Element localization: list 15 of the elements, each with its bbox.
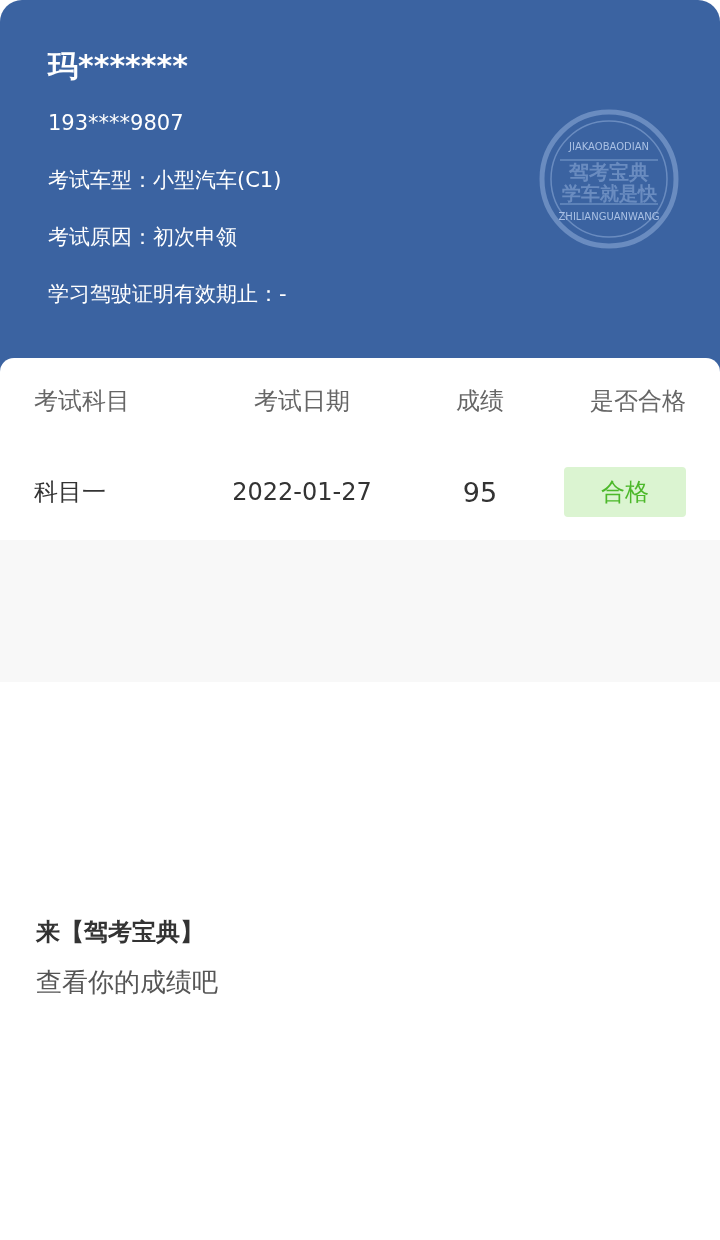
- column-header: 成绩: [456, 386, 504, 417]
- table-cell-text: 科目一: [34, 477, 107, 508]
- column-header: 是否合格: [590, 386, 686, 417]
- info-line: 考试原因：初次申领: [48, 224, 238, 251]
- column-header: 考试科目: [34, 386, 131, 417]
- table-cell: 95: [462, 476, 498, 508]
- column-header: 考试日期: [254, 386, 350, 417]
- phone-number: 193****9807: [48, 110, 185, 137]
- user-name: 玛*******: [48, 47, 189, 85]
- promo-title: 来【驾考宝典】: [36, 917, 205, 948]
- info-line: 考试车型：小型汽车(C1): [48, 167, 283, 194]
- result-badge: 合格: [564, 467, 686, 517]
- promo-text: 查看你的成绩吧: [36, 966, 219, 999]
- table-cell: 2022-01-27: [232, 478, 372, 506]
- info-line: 学习驾驶证明有效期止：-: [48, 281, 287, 308]
